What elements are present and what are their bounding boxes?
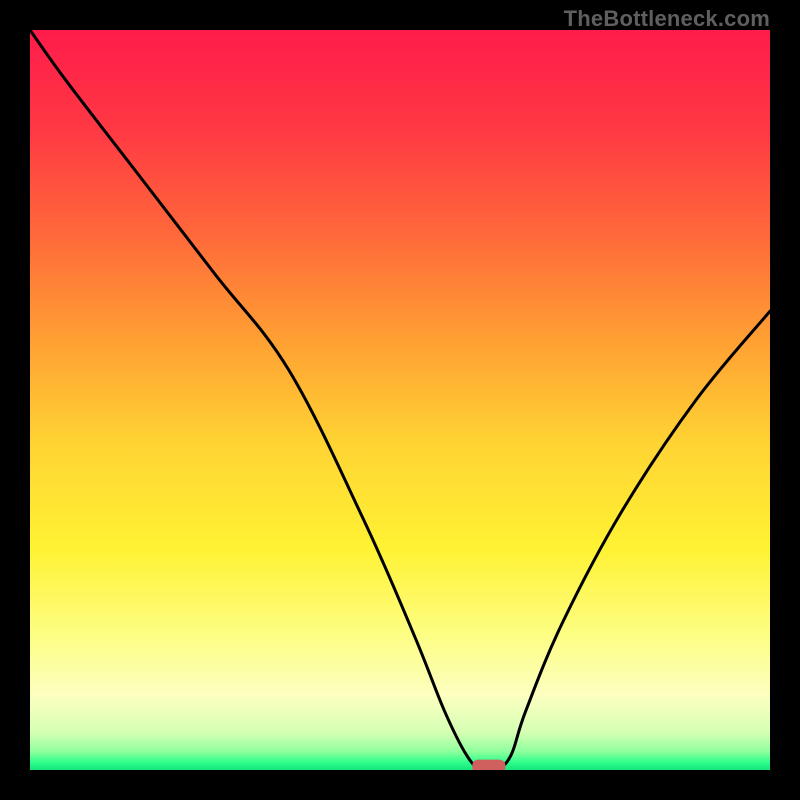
plot-area [30,30,770,770]
chart-svg [30,30,770,770]
watermark-text: TheBottleneck.com [564,6,770,32]
gradient-background [30,30,770,770]
chart-frame: TheBottleneck.com [0,0,800,800]
optimal-point-marker [472,760,505,770]
